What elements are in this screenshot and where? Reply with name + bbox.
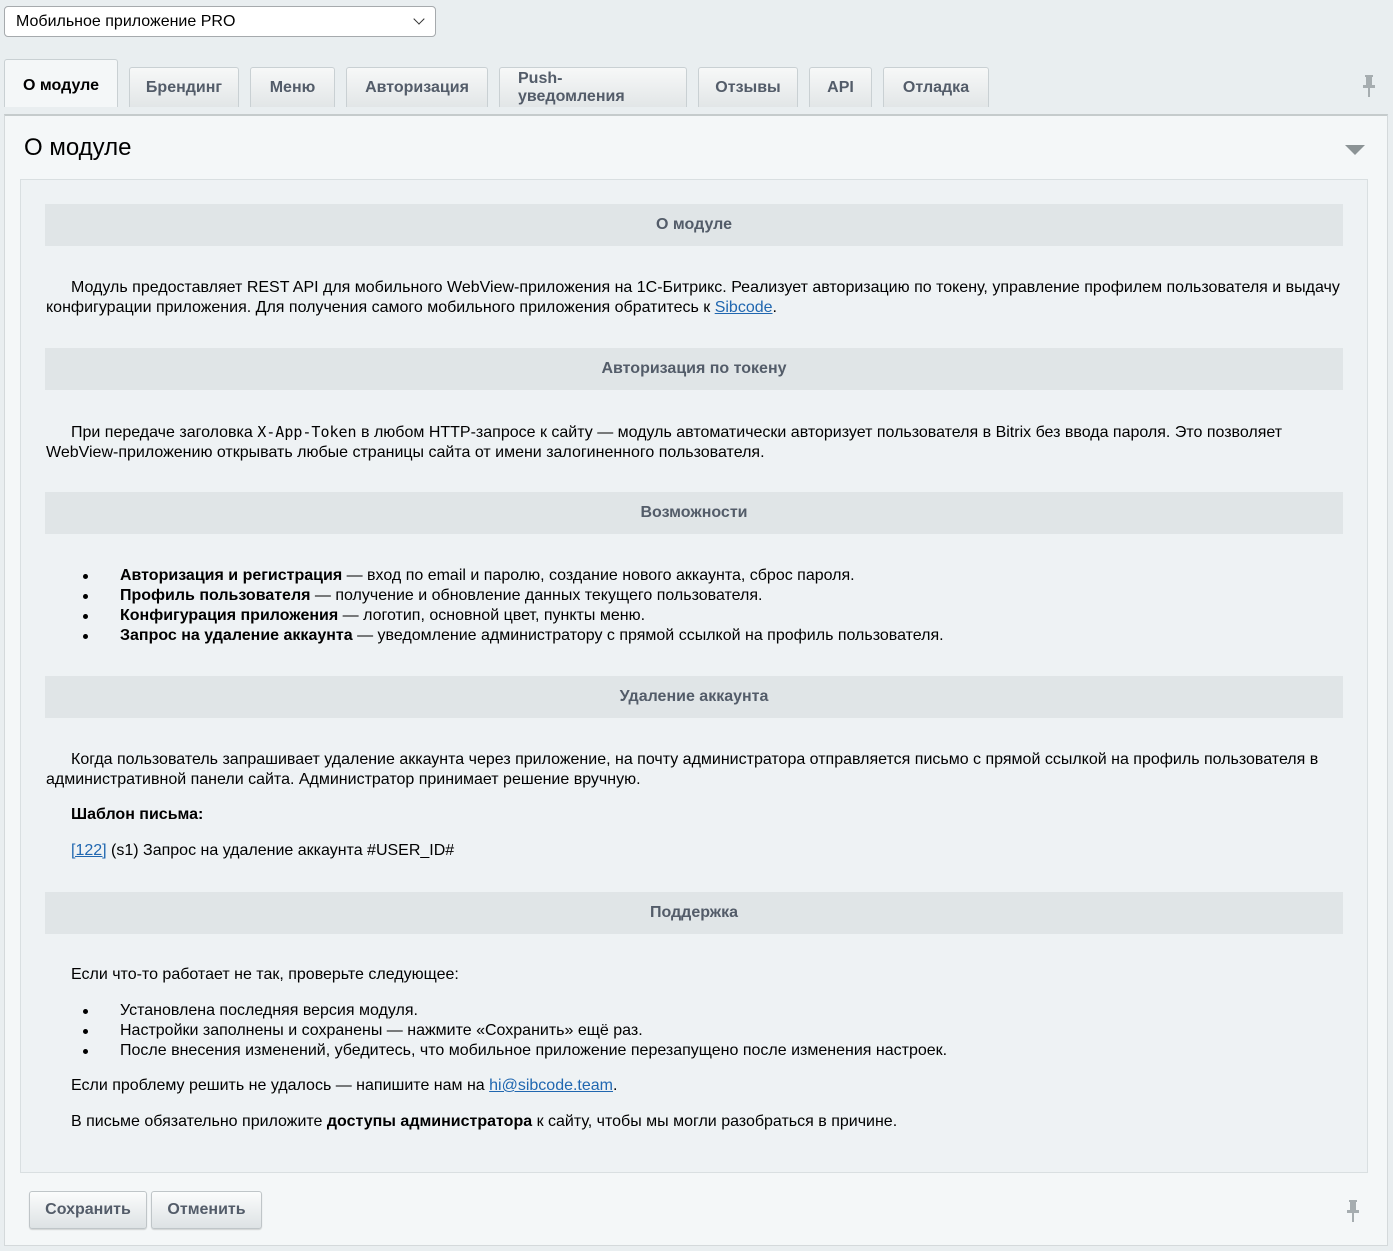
pin-icon[interactable]: [1362, 75, 1376, 97]
list-item: После внесения изменений, убедитесь, что…: [46, 1041, 947, 1061]
template-link[interactable]: [122]: [71, 842, 107, 859]
template-label: Шаблон письма:: [71, 806, 204, 823]
deletion-paragraph: Когда пользователь запрашивает удаление …: [46, 751, 1319, 788]
tab-bar: О модуле Брендинг Меню Авторизация Push-…: [4, 59, 1000, 107]
content-box: О модуле Модуль предоставляет REST API д…: [20, 179, 1368, 1173]
support-note: В письме обязательно приложите доступы а…: [71, 1113, 898, 1130]
tab-debug[interactable]: Отладка: [883, 67, 989, 107]
about-paragraph: Модуль предоставляет REST API для мобиль…: [46, 279, 1340, 316]
tab-authorization[interactable]: Авторизация: [346, 67, 488, 107]
section-heading-support: Поддержка: [45, 892, 1343, 934]
chevron-down-icon: [413, 13, 425, 25]
cancel-button[interactable]: Отменить: [151, 1191, 262, 1229]
tab-about[interactable]: О модуле: [4, 59, 118, 107]
section-heading-deletion: Удаление аккаунта: [45, 676, 1343, 718]
tab-push-notifications[interactable]: Push-уведомления: [499, 67, 687, 107]
save-button[interactable]: Сохранить: [29, 1191, 147, 1229]
template-line: [122] (s1) Запрос на удаление аккаунта #…: [71, 842, 455, 859]
pin-icon[interactable]: [1346, 1200, 1360, 1222]
list-item: Настройки заполнены и сохранены — нажмит…: [46, 1021, 947, 1041]
list-item: Конфигурация приложения — логотип, основ…: [46, 606, 944, 626]
features-list: Авторизация и регистрация — вход по emai…: [46, 566, 944, 646]
support-contact: Если проблему решить не удалось — напиши…: [71, 1077, 618, 1094]
list-item: Запрос на удаление аккаунта — уведомлени…: [46, 626, 944, 646]
support-intro: Если что-то работает не так, проверьте с…: [71, 966, 459, 983]
list-item: Авторизация и регистрация — вход по emai…: [46, 566, 944, 586]
token-header-code: X-App-Token: [257, 423, 357, 441]
token-auth-paragraph: При передаче заголовка X-App-Token в люб…: [46, 423, 1283, 461]
support-checklist: Установлена последняя версия модуля. Нас…: [46, 1001, 947, 1061]
tab-api[interactable]: API: [809, 67, 872, 107]
section-heading-features: Возможности: [45, 492, 1343, 534]
module-select[interactable]: Мобильное приложение PRO: [4, 6, 436, 37]
tab-menu[interactable]: Меню: [250, 67, 335, 107]
list-item: Установлена последняя версия модуля.: [46, 1001, 947, 1021]
section-heading-token-auth: Авторизация по токену: [45, 348, 1343, 390]
sibcode-link[interactable]: Sibcode: [715, 299, 773, 316]
module-select-value: Мобильное приложение PRO: [16, 12, 236, 30]
settings-page: Мобильное приложение PRO О модуле Бренди…: [0, 0, 1393, 1251]
panel-title: О модуле: [24, 134, 132, 161]
main-panel: О модуле О модуле Модуль предоставляет R…: [4, 114, 1388, 1246]
section-heading-about: О модуле: [45, 204, 1343, 246]
support-email-link[interactable]: hi@sibcode.team: [489, 1077, 613, 1094]
collapse-arrow-icon[interactable]: [1345, 145, 1365, 155]
list-item: Профиль пользователя — получение и обнов…: [46, 586, 944, 606]
tab-reviews[interactable]: Отзывы: [698, 67, 798, 107]
tab-branding[interactable]: Брендинг: [129, 67, 239, 107]
